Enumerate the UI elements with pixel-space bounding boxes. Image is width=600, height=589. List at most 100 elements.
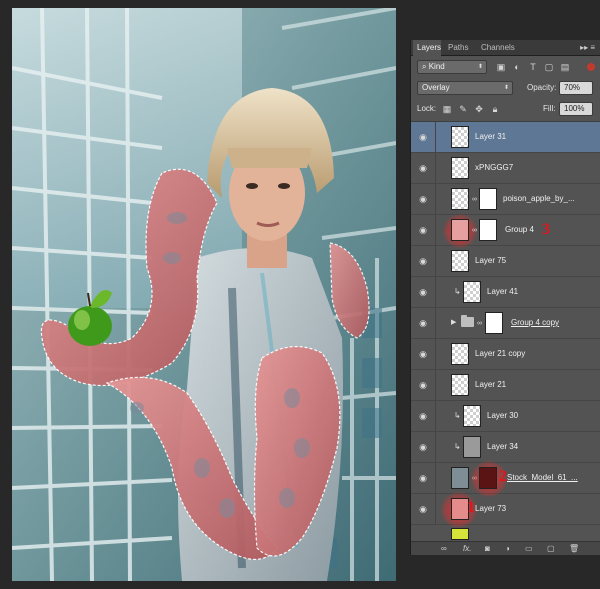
layer-name[interactable]: Layer 21 copy: [475, 349, 525, 358]
visibility-eye-icon[interactable]: ◉: [417, 349, 429, 359]
visibility-eye-icon[interactable]: ◉: [417, 411, 429, 421]
layers-list: ◉ Layer 31 ◉ xPNGGG7 ◉ ∞ poison_apple_by…: [411, 121, 600, 541]
panel-tabs: Layers Paths Channels ▸▸ ≡: [411, 40, 600, 56]
layer-mask-thumbnail[interactable]: [479, 188, 497, 210]
layer-row[interactable]: ◉ ▶ ∞ Group 4 copy: [411, 308, 600, 339]
layer-row[interactable]: ◉ ↳ Layer 30: [411, 401, 600, 432]
visibility-eye-icon[interactable]: ◉: [417, 194, 429, 204]
pixel-filter-icon[interactable]: ▣: [495, 61, 507, 73]
lock-transparent-icon[interactable]: ▦: [441, 103, 453, 115]
layer-name[interactable]: Layer 31: [475, 132, 506, 141]
layer-row[interactable]: ◉ xPNGGG7: [411, 153, 600, 184]
layer-name[interactable]: poison_apple_by_...: [503, 194, 575, 203]
layer-thumbnail: [451, 126, 469, 148]
visibility-eye-icon[interactable]: ◉: [417, 225, 429, 235]
layer-row[interactable]: ◉ 1 Layer 73: [411, 492, 600, 528]
layer-name[interactable]: Layer 41: [487, 287, 518, 296]
divider: [435, 184, 436, 215]
delete-layer-icon[interactable]: 🗑︎: [569, 544, 579, 553]
layer-name[interactable]: Group 4: [505, 225, 534, 234]
tab-channels[interactable]: Channels: [477, 40, 517, 56]
folder-icon: [461, 315, 474, 327]
adjustment-layer-icon[interactable]: ◑: [505, 544, 510, 553]
visibility-eye-icon[interactable]: ◉: [417, 504, 429, 514]
layer-name[interactable]: Layer 34: [487, 442, 518, 451]
smart-object-filter-icon[interactable]: ▤: [559, 61, 571, 73]
new-layer-icon[interactable]: ▢: [547, 544, 555, 553]
lock-label: Lock:: [417, 104, 437, 113]
layer-row-partial[interactable]: [411, 525, 600, 542]
layer-row[interactable]: ◉ ↳ Layer 41: [411, 277, 600, 308]
layer-thumbnail: [451, 374, 469, 396]
visibility-eye-icon[interactable]: ◉: [417, 318, 429, 328]
tab-layers[interactable]: Layers: [413, 40, 441, 56]
visibility-eye-icon[interactable]: ◉: [417, 287, 429, 297]
clipping-arrow-icon: ↳: [454, 287, 461, 296]
layer-row[interactable]: ◉ Layer 21 copy: [411, 339, 600, 370]
add-mask-icon[interactable]: ◙: [485, 544, 490, 553]
link-layers-icon[interactable]: ∞: [441, 544, 447, 553]
filter-toggle-icon[interactable]: [587, 63, 595, 71]
document-canvas[interactable]: [12, 8, 396, 581]
layer-mask-thumbnail[interactable]: [479, 219, 497, 241]
layer-row[interactable]: ◉ Layer 75: [411, 246, 600, 277]
visibility-eye-icon[interactable]: ◉: [417, 473, 429, 483]
layer-mask-thumbnail[interactable]: [479, 467, 497, 489]
layer-row[interactable]: ◉ Layer 31: [411, 122, 600, 153]
shape-filter-icon[interactable]: ▢: [543, 61, 555, 73]
lock-image-icon[interactable]: ✎: [457, 103, 469, 115]
panel-menu-icon[interactable]: ▸▸ ≡: [580, 43, 595, 52]
lock-row: Lock: ▦ ✎ ✥ 🔒︎ Fill: 100%: [411, 99, 600, 119]
layer-name[interactable]: Layer 30: [487, 411, 518, 420]
layer-name[interactable]: Group 4 copy: [511, 318, 559, 327]
layer-name[interactable]: Stock_Model_61_...: [507, 473, 578, 482]
fill-input[interactable]: 100%: [559, 102, 593, 116]
artwork: [12, 8, 396, 581]
divider: [435, 370, 436, 401]
divider: [435, 122, 436, 153]
chain-link-icon[interactable]: ∞: [472, 195, 478, 204]
new-group-icon[interactable]: ▭: [525, 544, 533, 553]
blend-mode-select[interactable]: Overlay ⬍: [417, 81, 513, 95]
annotation-number: 3: [542, 221, 550, 238]
layer-name[interactable]: xPNGGG7: [475, 163, 513, 172]
search-icon: ⌕: [422, 62, 429, 71]
visibility-eye-icon[interactable]: ◉: [417, 132, 429, 142]
divider: [435, 153, 436, 184]
lock-position-icon[interactable]: ✥: [473, 103, 485, 115]
layer-row[interactable]: ◉ Layer 21: [411, 370, 600, 401]
layer-thumbnail: [451, 219, 469, 241]
layer-row[interactable]: ◉ ↳ Layer 34: [411, 432, 600, 463]
adjustment-filter-icon[interactable]: ◐: [511, 61, 523, 73]
annotation-number: 1: [467, 499, 475, 516]
divider: [435, 432, 436, 463]
chain-link-icon[interactable]: ∞: [472, 226, 478, 235]
layer-name[interactable]: Layer 21: [475, 380, 506, 389]
visibility-eye-icon[interactable]: ◉: [417, 163, 429, 173]
annotation-number: 2: [499, 468, 507, 485]
divider: [435, 339, 436, 370]
expand-triangle-icon[interactable]: ▶: [451, 318, 456, 326]
layer-name[interactable]: Layer 75: [475, 256, 506, 265]
clipping-arrow-icon: ↳: [454, 442, 461, 451]
layer-name[interactable]: Layer 73: [475, 504, 506, 513]
layer-row[interactable]: ◉ ∞ poison_apple_by_...: [411, 184, 600, 215]
visibility-eye-icon[interactable]: ◉: [417, 442, 429, 452]
blend-mode-value: Overlay: [422, 83, 450, 92]
lock-all-icon[interactable]: 🔒︎: [489, 103, 501, 115]
visibility-eye-icon[interactable]: ◉: [417, 380, 429, 390]
kind-filter-select[interactable]: ⌕ Kind ⬍: [417, 60, 487, 74]
fx-icon[interactable]: fx.: [463, 544, 471, 553]
visibility-eye-icon[interactable]: ◉: [417, 256, 429, 266]
layer-mask-thumbnail[interactable]: [485, 312, 503, 334]
layer-row[interactable]: ◉ ∞ 2 Stock_Model_61_...: [411, 461, 600, 497]
opacity-input[interactable]: 70%: [559, 81, 593, 95]
select-arrows-icon: ⬍: [503, 85, 509, 91]
select-arrows-icon: ⬍: [477, 64, 483, 70]
tab-paths[interactable]: Paths: [444, 40, 472, 56]
chain-link-icon[interactable]: ∞: [477, 319, 483, 328]
divider: [435, 215, 436, 246]
type-filter-icon[interactable]: T: [527, 61, 539, 73]
layer-row[interactable]: ◉ ∞ Group 4 3: [411, 214, 600, 248]
fill-label: Fill:: [543, 104, 556, 113]
